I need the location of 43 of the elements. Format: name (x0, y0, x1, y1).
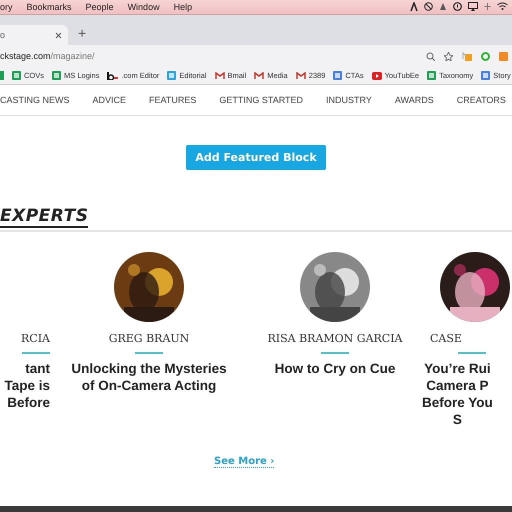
article-title[interactable]: tant Tape is Before (4, 360, 50, 411)
blocked-icon[interactable] (424, 2, 433, 11)
tab-title: o (0, 30, 6, 40)
wifi-icon[interactable] (497, 2, 508, 10)
close-icon[interactable] (55, 32, 62, 38)
airplay-icon[interactable] (468, 2, 478, 11)
article-title[interactable]: You’re Rui Camera P Before You S (422, 360, 493, 428)
document-icon (333, 71, 342, 80)
spreadsheet-icon (52, 71, 62, 80)
star-icon[interactable] (444, 52, 453, 60)
menu-item[interactable]: People (86, 2, 114, 12)
nav-link[interactable]: AWARDS (394, 95, 434, 105)
document-icon (481, 71, 490, 80)
expert-name: GREG BRAUN (108, 332, 190, 345)
spreadsheet-icon (427, 71, 436, 80)
board-icon (167, 71, 176, 80)
menu-item[interactable]: Bookmarks (26, 2, 72, 12)
menu-item[interactable]: Window (128, 2, 160, 12)
menu-item[interactable]: Help (174, 2, 192, 12)
browser-tab[interactable]: o (0, 25, 68, 45)
warning-icon[interactable] (439, 2, 447, 11)
section-title: EXPERTS (0, 206, 88, 228)
mail-icon (214, 72, 224, 80)
bookmark-logo-icon (107, 72, 118, 80)
nav-link[interactable]: CREATORS (456, 95, 506, 105)
nav-link[interactable]: INDUSTRY (326, 95, 372, 105)
info-icon[interactable] (453, 2, 462, 11)
mail-icon (254, 72, 264, 80)
new-tab-button[interactable]: + (78, 25, 86, 41)
expert-name: CASE (430, 332, 462, 345)
expert-name: RCIA (21, 332, 50, 345)
nav-link[interactable]: ADVICE (92, 95, 126, 105)
nav-link[interactable]: GETTING STARTED (219, 95, 304, 105)
address-field[interactable]: ckstage.com/magazine/ (0, 51, 95, 61)
zoom-icon[interactable] (426, 52, 435, 60)
article-title[interactable]: Unlocking the Mysteries of On-Camera Acting (71, 360, 227, 394)
expert-name: RISA BRAMON GARCIA (267, 332, 403, 345)
menu-item[interactable]: ory (0, 2, 13, 12)
nav-link[interactable]: CASTING NEWS (0, 95, 70, 105)
mail-icon (296, 72, 306, 80)
video-icon (372, 72, 382, 80)
nav-link[interactable]: FEATURES (149, 95, 196, 105)
article-title[interactable]: How to Cry on Cue (274, 360, 396, 377)
